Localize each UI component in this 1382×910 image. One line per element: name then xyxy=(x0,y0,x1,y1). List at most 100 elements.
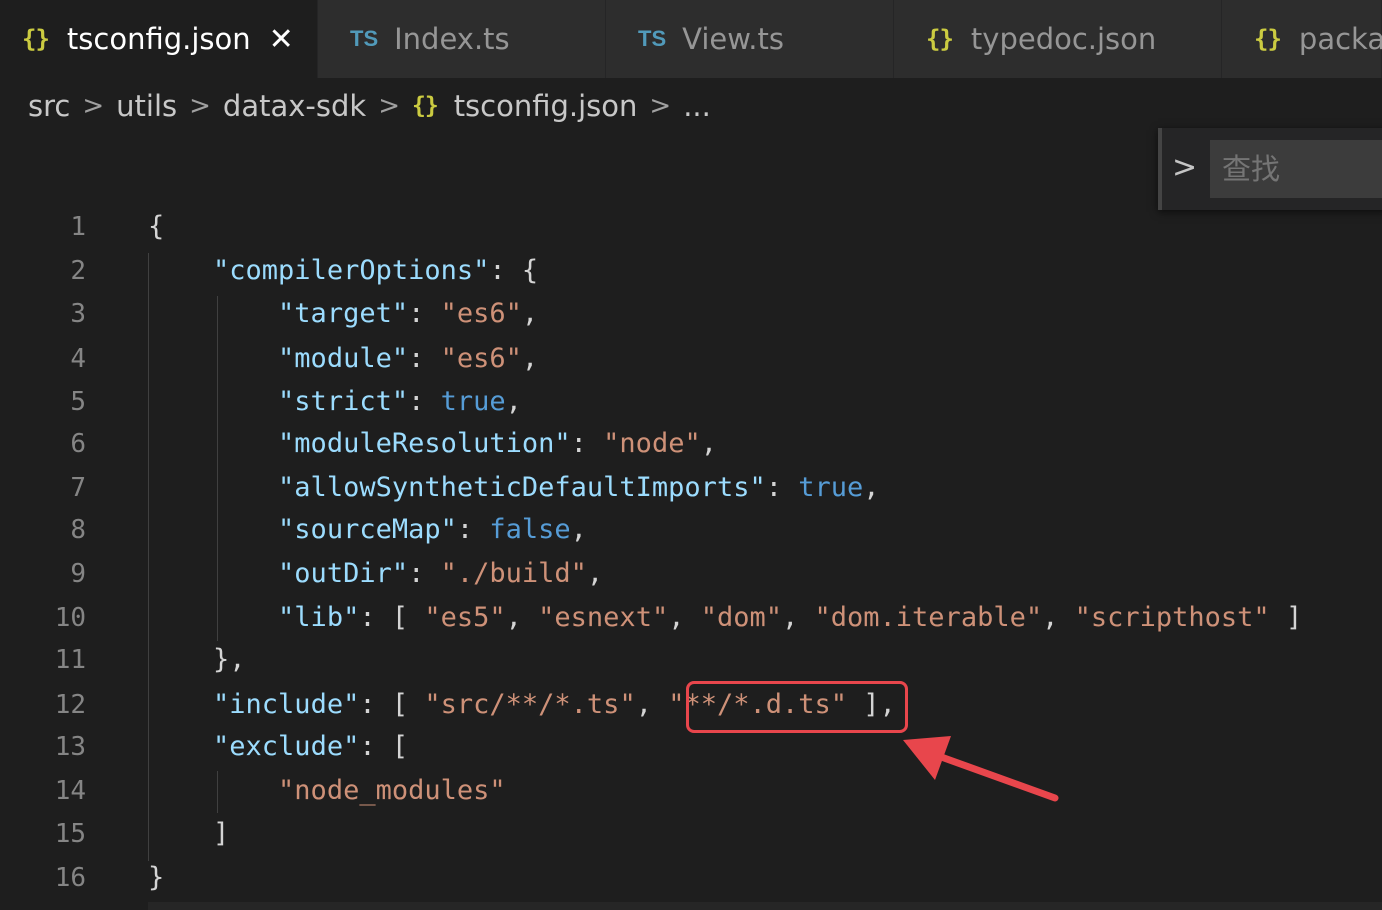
code-text: { xyxy=(148,205,164,249)
brace: } xyxy=(148,862,165,893)
code-text: }, xyxy=(148,638,246,682)
code-text: "allowSyntheticDefaultImports": true, xyxy=(278,472,880,503)
breadcrumb: src > utils > datax-sdk > {} tsconfig.js… xyxy=(28,82,711,130)
code-text: } xyxy=(148,856,164,900)
toggle-replace-chevron-icon[interactable]: > xyxy=(1172,150,1197,185)
code-line: 11 }, xyxy=(0,638,1382,682)
json-file-icon: {} xyxy=(22,25,50,53)
code-text: ] xyxy=(148,812,229,856)
code-text: "strict": true, xyxy=(278,386,522,417)
code-text: "exclude": [ xyxy=(213,731,409,762)
breadcrumb-item-symbols[interactable]: ... xyxy=(683,89,711,123)
typescript-file-icon: TS xyxy=(638,26,667,51)
code-text: "outDir": "./build", xyxy=(278,558,604,589)
json-file-icon: {} xyxy=(411,93,439,119)
brace: { xyxy=(148,211,165,242)
editor-tab-bar: {} tsconfig.json ✕ TS Index.ts TS View.t… xyxy=(0,0,1382,78)
code-line: 4 "module": "es6", xyxy=(0,337,1382,381)
close-icon[interactable]: ✕ xyxy=(269,22,294,57)
json-key: "sourceMap" xyxy=(278,514,457,545)
punctuation: ] xyxy=(213,818,230,849)
json-string: "scripthost" xyxy=(1074,602,1270,633)
code-text: "target": "es6", xyxy=(278,298,539,329)
json-string: "src/**/*.ts" xyxy=(424,689,636,720)
punctuation: }, xyxy=(213,644,246,675)
json-string: "es5" xyxy=(424,602,506,633)
tab-tsconfig-json[interactable]: {} tsconfig.json ✕ xyxy=(0,0,318,78)
breadcrumb-item-utils[interactable]: utils xyxy=(116,89,177,123)
json-file-icon: {} xyxy=(1254,25,1282,53)
typescript-file-icon: TS xyxy=(350,26,379,51)
json-string: "node" xyxy=(603,428,701,459)
annotation-arrow-icon xyxy=(903,736,1059,802)
tab-label: View.ts xyxy=(682,22,784,56)
json-boolean: true xyxy=(440,386,506,417)
json-string: "./build" xyxy=(440,558,587,589)
json-key: "outDir" xyxy=(278,558,409,589)
code-line: 15 ] xyxy=(0,812,1382,856)
code-line: 10 "lib": [ "es5", "esnext", "dom", "dom… xyxy=(0,596,1382,640)
code-text: "lib": [ "es5", "esnext", "dom", "dom.it… xyxy=(278,602,1303,633)
json-string: "es6" xyxy=(440,298,522,329)
line-number: 1 xyxy=(70,212,86,242)
line-number: 5 xyxy=(70,387,86,417)
code-line: 7 "allowSyntheticDefaultImports": true, xyxy=(0,466,1382,510)
line-number: 10 xyxy=(54,603,86,633)
tab-package-json[interactable]: {} packa xyxy=(1222,0,1382,78)
chevron-right-icon: > xyxy=(82,91,105,121)
json-string: "es6" xyxy=(440,343,522,374)
chevron-right-icon: > xyxy=(649,91,672,121)
code-line: 3 "target": "es6", xyxy=(0,292,1382,336)
json-string: "dom" xyxy=(700,602,782,633)
tab-label: typedoc.json xyxy=(970,22,1157,56)
tab-label: Index.ts xyxy=(394,22,510,56)
line-number: 6 xyxy=(70,429,86,459)
code-line: 9 "outDir": "./build", xyxy=(0,552,1382,596)
code-editor[interactable]: 1 { 2 "compilerOptions": { 3 "target": "… xyxy=(0,205,1382,910)
json-key: "lib" xyxy=(278,602,360,633)
line-number: 16 xyxy=(54,863,86,893)
line-number: 11 xyxy=(54,645,86,675)
json-string: "node_modules" xyxy=(278,775,506,806)
find-widget: > xyxy=(1158,128,1382,210)
json-string: "esnext" xyxy=(538,602,669,633)
json-boolean: false xyxy=(489,514,571,545)
code-text: "node_modules" xyxy=(148,769,506,813)
find-input[interactable] xyxy=(1210,140,1382,198)
code-text: "sourceMap": false, xyxy=(278,514,587,545)
code-line: 1 { xyxy=(0,205,1382,249)
tab-typedoc-json[interactable]: {} typedoc.json xyxy=(894,0,1222,78)
json-boolean: true xyxy=(798,472,864,503)
line-number: 13 xyxy=(54,732,86,762)
json-key: "allowSyntheticDefaultImports" xyxy=(278,472,766,503)
line-number: 15 xyxy=(54,819,86,849)
tab-index-ts[interactable]: TS Index.ts xyxy=(318,0,606,78)
punctuation: : { xyxy=(489,255,539,286)
breadcrumb-item-datax-sdk[interactable]: datax-sdk xyxy=(223,89,366,123)
json-key: "moduleResolution" xyxy=(278,428,571,459)
json-file-icon: {} xyxy=(926,25,954,53)
code-line: 6 "moduleResolution": "node", xyxy=(0,422,1382,466)
tab-label: packa xyxy=(1298,22,1382,56)
line-number: 4 xyxy=(70,344,86,374)
horizontal-scrollbar[interactable] xyxy=(148,902,1382,910)
code-line: 16 } xyxy=(0,856,1382,900)
code-line: 2 "compilerOptions": { xyxy=(0,249,1382,293)
json-key: "exclude" xyxy=(213,731,360,762)
line-number: 9 xyxy=(70,559,86,589)
code-text: "module": "es6", xyxy=(278,343,539,374)
annotation-highlight-box xyxy=(686,681,908,733)
tab-label: tsconfig.json xyxy=(66,22,251,56)
json-key: "include" xyxy=(213,689,360,720)
tab-view-ts[interactable]: TS View.ts xyxy=(606,0,894,78)
json-key: "compilerOptions" xyxy=(213,255,490,286)
breadcrumb-item-src[interactable]: src xyxy=(28,89,70,123)
line-number: 14 xyxy=(54,776,86,806)
code-line: 8 "sourceMap": false, xyxy=(0,508,1382,552)
json-key: "strict" xyxy=(278,386,409,417)
code-line: 14 "node_modules" xyxy=(0,769,1382,813)
line-number: 8 xyxy=(70,515,86,545)
breadcrumb-item-file[interactable]: tsconfig.json xyxy=(454,89,638,123)
code-text: "moduleResolution": "node", xyxy=(278,428,717,459)
line-number: 12 xyxy=(54,690,86,720)
